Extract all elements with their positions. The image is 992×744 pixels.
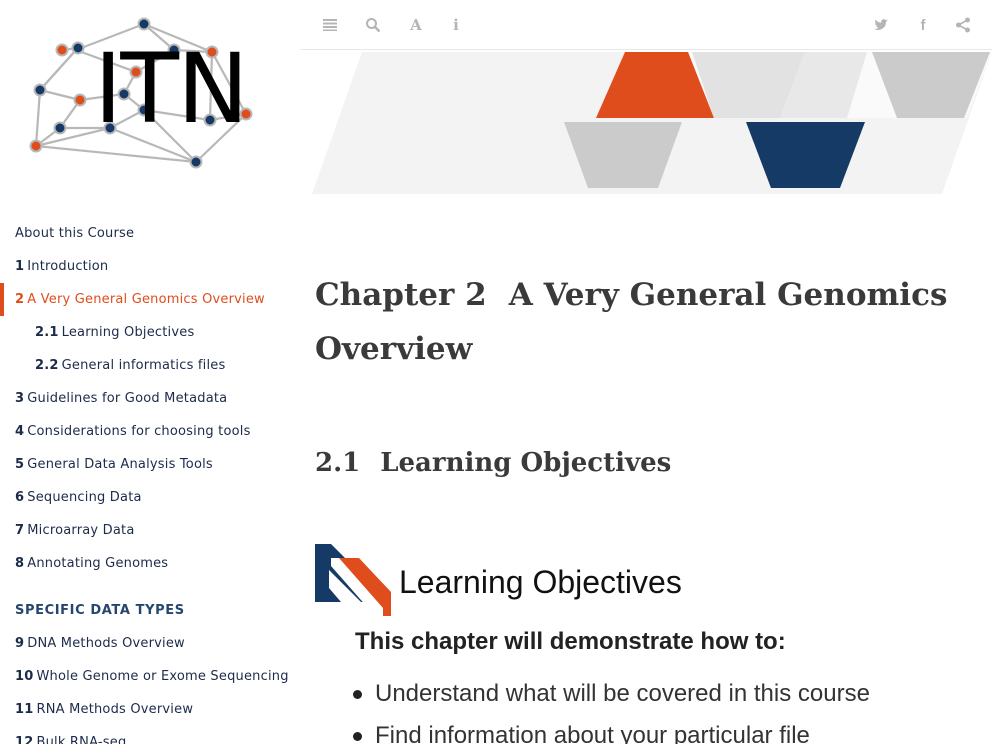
toc-item-label: General Data Analysis Tools [27,457,213,472]
toc-item-12[interactable]: 12 Bulk RNA-seq [0,726,300,744]
toc-section-heading: SPECIFIC DATA TYPES [15,603,185,618]
section-title: 2.1 Learning Objectives [315,444,671,482]
list-item-text: Find information about your particular f… [375,722,810,744]
chapter-number: Chapter 2 [315,277,487,313]
toc-item-number: 7 [15,523,25,538]
toc-item-number: 9 [15,636,25,651]
logo-text: ITN [94,33,249,145]
toc-item-11[interactable]: 11 RNA Methods Overview [0,693,300,726]
toc-item-label: Sequencing Data [27,490,142,505]
list-item: Understand what will be covered in this … [351,673,870,715]
toc-item-number: 3 [15,391,25,406]
toc-item-number: 10 [15,669,34,684]
toc-item-number: 2.1 [35,325,59,340]
section-title-text: Learning Objectives [380,448,672,478]
font-icon[interactable]: A [406,15,426,35]
toc-item-10[interactable]: 10 Whole Genome or Exome Sequencing [0,660,300,693]
toc-item-2-active[interactable]: 2A Very General Genomics Overview [0,283,300,316]
toc-item-number: 11 [15,702,34,717]
facebook-icon[interactable]: f [913,15,933,35]
toc-item-label: Learning Objectives [61,325,195,340]
toc-item-label: RNA Methods Overview [36,702,194,717]
toc-item-label: Annotating Genomes [27,556,169,571]
learning-objectives-list: Understand what will be covered in this … [351,673,870,744]
toc-item-number: 2.2 [35,358,59,373]
toc-item-4[interactable]: 4 Considerations for choosing tools [0,415,300,448]
toc-item-7[interactable]: 7 Microarray Data [0,514,300,547]
toc-item-label: Introduction [27,259,109,274]
toc-item-number: 6 [15,490,25,505]
toc-item-2-1[interactable]: 2.1 Learning Objectives [0,316,300,349]
toc-item-label: Bulk RNA-seq [36,735,127,744]
learning-objectives-intro: This chapter will demonstrate how to: [355,628,786,655]
toc-item-number: 1 [15,259,25,274]
toc-item-label: Whole Genome or Exome Sequencing [36,669,289,684]
bullet-icon [353,690,362,699]
bullet-icon [353,732,362,741]
toc-item-1[interactable]: 1 Introduction [0,250,300,283]
toc-item-about[interactable]: About this Course [0,217,300,250]
learning-objectives-heading: Learning Objectives [399,564,682,600]
table-of-contents: About this Course 1 Introduction 2A Very … [0,217,300,744]
sidebar: ITN About this Course 1 Introduction 2A V… [0,0,300,744]
course-banner [312,50,992,196]
toc-item-number: 12 [15,735,34,744]
info-icon[interactable]: i [446,15,466,35]
learning-objectives-icon [315,544,391,616]
toc-item-label: Considerations for choosing tools [27,424,251,439]
toc-item-label: General informatics files [61,358,226,373]
twitter-icon[interactable] [871,15,891,35]
section-number: 2.1 [315,448,361,478]
toc-item-2-2[interactable]: 2.2 General informatics files [0,349,300,382]
toc-item-5[interactable]: 5 General Data Analysis Tools [0,448,300,481]
book-toolbar: A i f [300,0,992,50]
toc-item-label: A Very General Genomics Overview [27,292,265,307]
toc-item-6[interactable]: 6 Sequencing Data [0,481,300,514]
list-item: Find information about your particular f… [351,715,870,744]
toc-item-number: 2 [15,292,25,307]
toc-item-label: Microarray Data [27,523,135,538]
toc-item-label: Guidelines for Good Metadata [27,391,228,406]
itn-logo[interactable]: ITN [24,14,274,174]
toc-item-number: 8 [15,556,25,571]
toc-item-8[interactable]: 8 Annotating Genomes [0,547,300,580]
toc-item-9[interactable]: 9 DNA Methods Overview [0,627,300,660]
toc-item-number: 4 [15,424,25,439]
list-item-text: Understand what will be covered in this … [375,680,870,707]
search-icon[interactable] [363,15,383,35]
toc-item-label: About this Course [15,226,135,241]
toc-item-label: DNA Methods Overview [27,636,185,651]
share-icon[interactable] [953,15,973,35]
chapter-title: Chapter 2A Very General Genomics Overvie… [315,268,955,376]
menu-icon[interactable] [320,15,340,35]
toc-item-3[interactable]: 3 Guidelines for Good Metadata [0,382,300,415]
toc-item-number: 5 [15,457,25,472]
